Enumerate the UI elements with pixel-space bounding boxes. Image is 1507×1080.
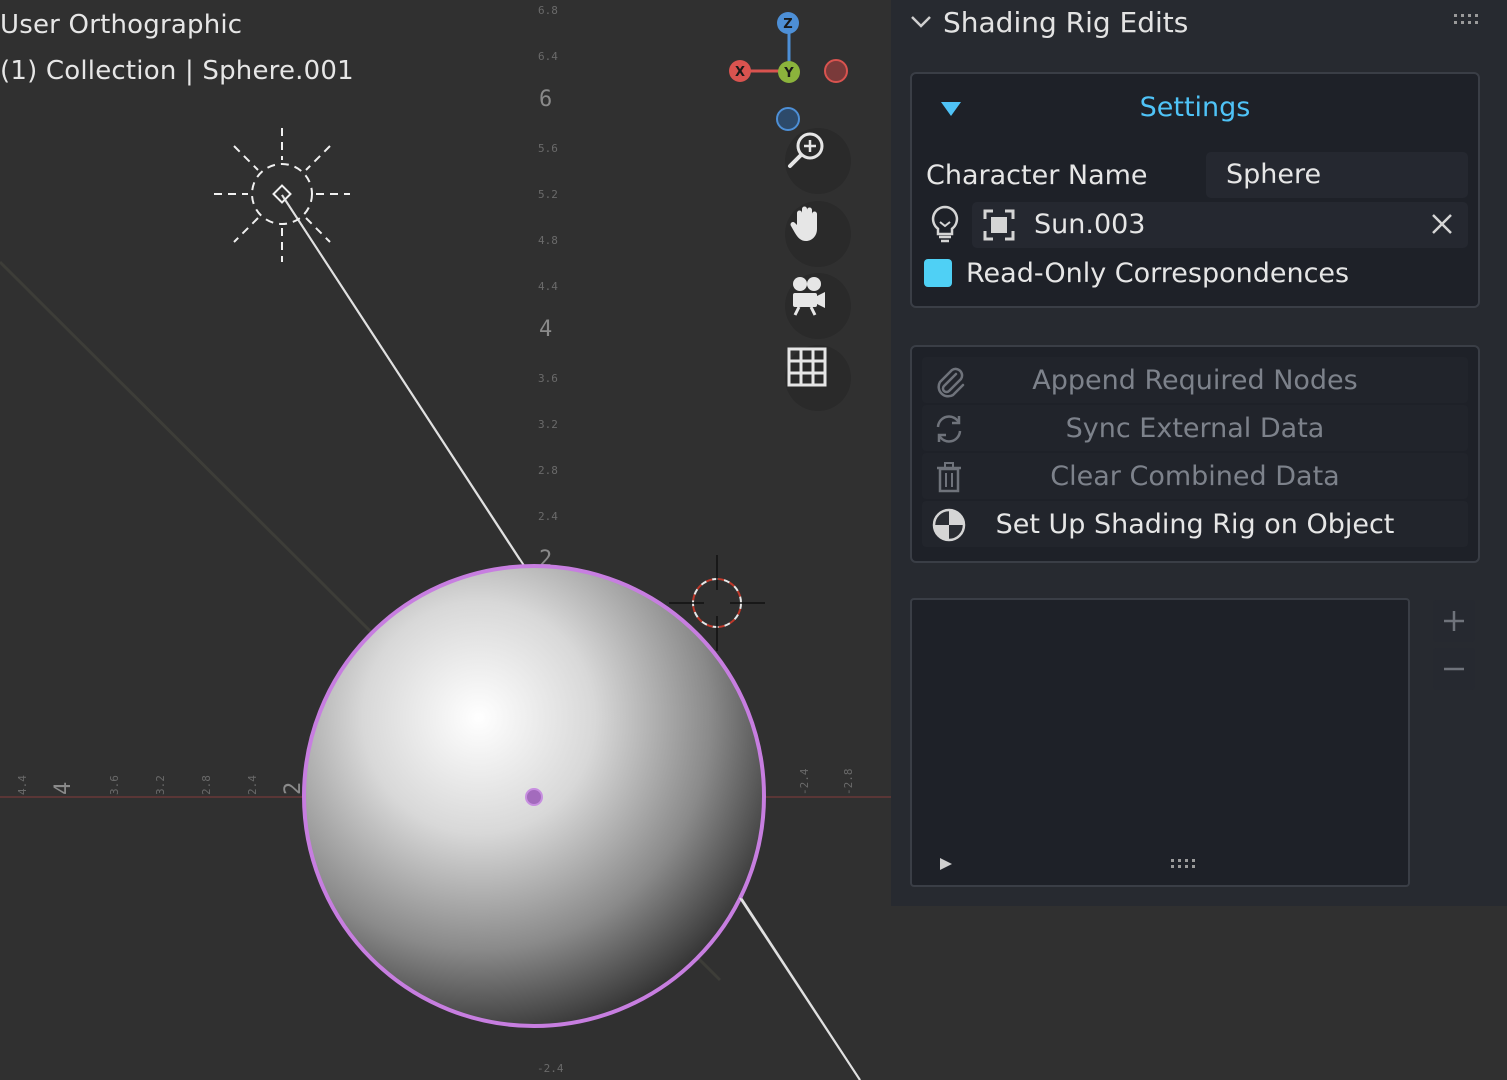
- panel-title[interactable]: Shading Rig Edits: [943, 6, 1188, 39]
- ruler-label: 6.4: [538, 50, 558, 63]
- ruler-label: 2.8: [538, 464, 558, 477]
- gizmo-z-label: Z: [783, 17, 792, 32]
- ruler-label: 4: [539, 317, 552, 342]
- ruler-label: 2.8: [200, 775, 213, 795]
- ruler-label: 4.4: [538, 280, 558, 293]
- collection-info: (1) Collection | Sphere.001: [0, 56, 354, 86]
- sidebar-panel: Shading Rig Edits Settings Character Nam…: [891, 0, 1507, 906]
- resize-grip-icon[interactable]: [1170, 858, 1198, 870]
- sun-direction-line-bottom: [739, 897, 861, 1080]
- clear-combined-data-button[interactable]: Clear Combined Data: [922, 453, 1468, 499]
- grid-icon: [787, 347, 827, 387]
- ruler-label: 3.2: [538, 418, 558, 431]
- gizmo-neg-x-axis: [824, 59, 848, 83]
- sync-external-data-button[interactable]: Sync External Data: [922, 405, 1468, 451]
- ruler-label: -2.4: [798, 768, 811, 795]
- character-name-field[interactable]: Sphere: [1206, 152, 1468, 198]
- set-up-shading-rig-button[interactable]: Set Up Shading Rig on Object: [922, 501, 1468, 547]
- ruler-label: 5.2: [538, 188, 558, 201]
- action-label: Append Required Nodes: [1032, 365, 1358, 396]
- ruler-label: 6.8: [538, 4, 558, 17]
- play-triangle-icon[interactable]: [938, 856, 954, 872]
- camera-view-button[interactable]: [785, 273, 851, 339]
- character-name-value: Sphere: [1226, 159, 1322, 190]
- plus-icon: [1444, 611, 1464, 631]
- add-item-button[interactable]: [1433, 600, 1475, 642]
- read-only-checkbox[interactable]: [924, 259, 952, 287]
- object-origin: [525, 788, 543, 806]
- ruler-label: 4.8: [538, 234, 558, 247]
- action-label: Set Up Shading Rig on Object: [995, 509, 1395, 540]
- ruler-label: 4.4: [16, 775, 29, 795]
- gizmo-x-label: X: [735, 65, 745, 80]
- ruler-label: 5.6: [538, 142, 558, 155]
- axis-gizmo: Z X Y: [729, 12, 848, 131]
- light-object-field[interactable]: Sun.003: [972, 202, 1468, 248]
- object-icon: [983, 209, 1015, 241]
- ruler-label: 3.6: [538, 372, 558, 385]
- camera-icon: [793, 277, 825, 316]
- append-required-nodes-button[interactable]: Append Required Nodes: [922, 357, 1468, 403]
- light-object-value: Sun.003: [1034, 209, 1146, 240]
- action-label: Clear Combined Data: [1050, 461, 1340, 492]
- ruler-label: 3.6: [108, 775, 121, 795]
- ruler-label: -2.8: [842, 769, 855, 796]
- ruler-label: 2.4: [246, 775, 259, 795]
- gizmo-y-label: Y: [783, 66, 794, 81]
- ruler-label: 2.4: [538, 510, 558, 523]
- correspondence-list[interactable]: [910, 598, 1410, 887]
- zoom-button[interactable]: [785, 128, 851, 194]
- view-name: User Orthographic: [0, 10, 243, 40]
- ruler-label: -2.4: [537, 1062, 564, 1075]
- read-only-label[interactable]: Read-Only Correspondences: [966, 258, 1349, 289]
- settings-header[interactable]: Settings: [912, 92, 1478, 123]
- ruler-label: 3.2: [154, 775, 167, 795]
- pan-button[interactable]: [785, 201, 851, 267]
- actions-box: Append Required Nodes Sync External Data…: [910, 345, 1480, 563]
- ruler-label: 4: [51, 782, 76, 795]
- light-bulb-icon: [931, 205, 959, 243]
- chevron-down-icon[interactable]: [909, 10, 933, 34]
- gizmo-neg-z-axis: [776, 107, 800, 131]
- character-name-label: Character Name: [926, 160, 1148, 191]
- ortho-toggle-button[interactable]: [785, 345, 851, 411]
- ruler-label: 6: [539, 87, 552, 112]
- minus-icon: [1444, 667, 1464, 671]
- action-label: Sync External Data: [1065, 413, 1325, 444]
- zoom-icon: [788, 132, 824, 168]
- pan-hand-icon: [790, 206, 817, 241]
- drag-grip-icon[interactable]: [1453, 12, 1481, 26]
- close-icon[interactable]: [1428, 210, 1456, 238]
- sun-direction-line-top: [281, 194, 521, 561]
- sun-lamp-center: [272, 184, 292, 204]
- settings-box: Settings Character Name Sphere Sun.003 R…: [910, 72, 1480, 308]
- remove-item-button[interactable]: [1433, 648, 1475, 690]
